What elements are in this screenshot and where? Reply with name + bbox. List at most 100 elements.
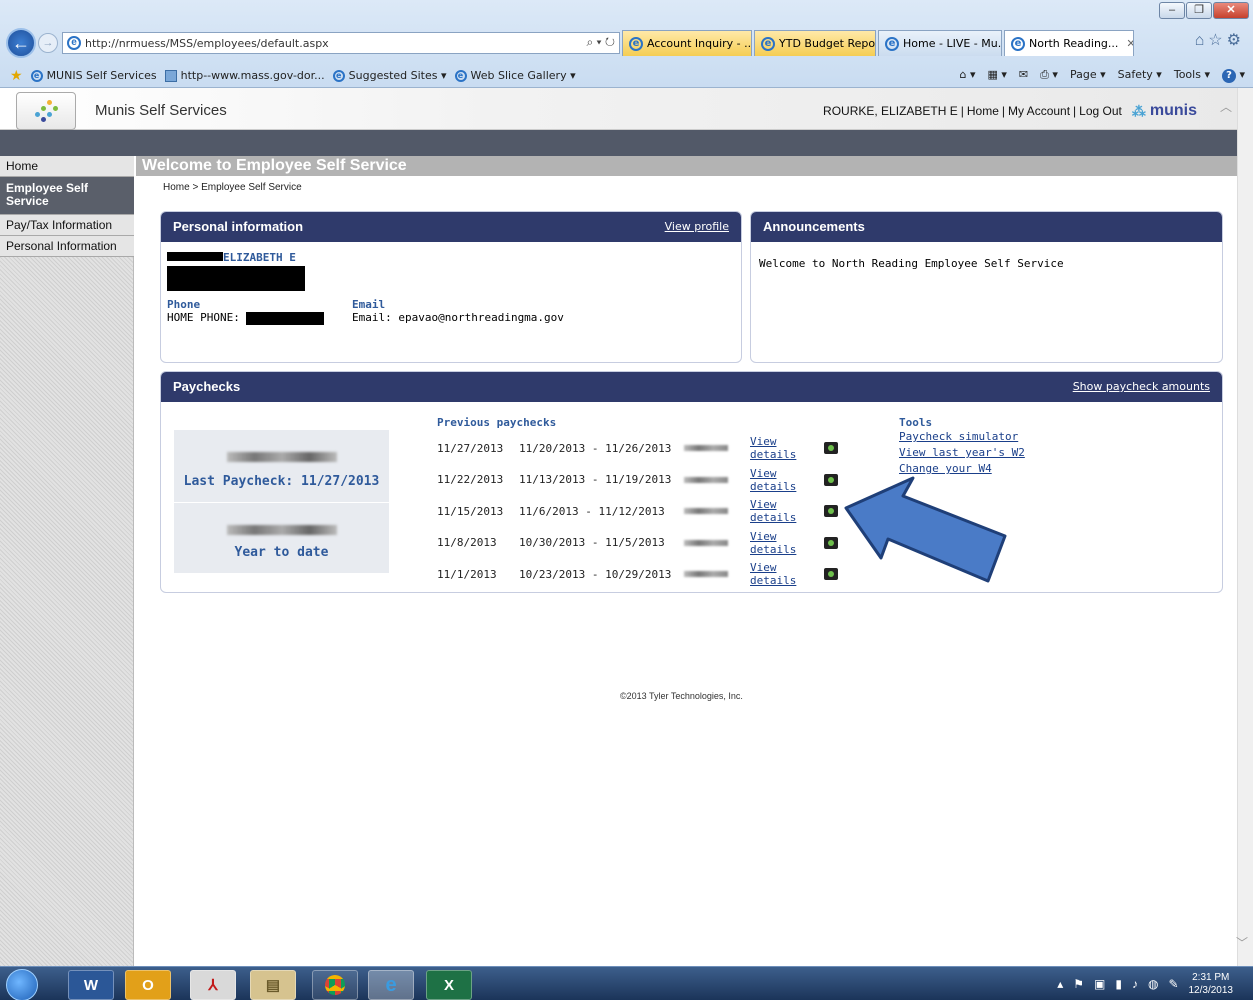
fav-suggested-sites[interactable]: e Suggested Sites ▾ [332,69,447,82]
feeds-icon[interactable]: ▦ ▾ [988,68,1007,83]
browser-tab[interactable]: e Home - LIVE - Mu... [878,30,1002,56]
sidebar-item-pay-tax-information[interactable]: Pay/Tax Information [0,215,134,236]
network-icon[interactable]: ◍ [1148,977,1158,991]
paycheck-simulator-link[interactable]: Paycheck simulator [899,429,1025,445]
paycheck-date: 11/1/2013 [437,567,497,581]
sidebar-item-label: Employee Self Service [6,181,89,208]
word-icon[interactable]: W [68,970,114,1000]
window-controls: – ❐ ✕ [1159,2,1249,19]
fav-web-slice-gallery[interactable]: e Web Slice Gallery ▾ [454,69,576,82]
email-value: Email: epavao@northreadingma.gov [352,311,564,324]
browser-tab[interactable]: e North Reading... ✕ [1004,30,1134,56]
munis-brand-logo: ⁂ munis [1132,102,1197,120]
scroll-down-icon[interactable]: ﹀ [1236,934,1248,951]
paycheck-date: 11/15/2013 [437,504,504,518]
cmd-page[interactable]: Page ▾ [1070,68,1106,83]
view-last-year-w2-link[interactable]: View last year's W2 [899,445,1025,461]
restore-button[interactable]: ❐ [1186,2,1212,19]
sidebar-item-label: Pay/Tax Information [6,218,113,232]
sidebar: Home Employee Self Service Pay/Tax Infor… [0,156,134,966]
browser-chrome: – ❐ ✕ ← → e http://nrmuess/MSS/employees… [0,0,1253,88]
cmd-tools[interactable]: Tools ▾ [1174,68,1210,83]
scroll-up-icon[interactable]: ︿ [1220,98,1232,115]
favorites-star-icon[interactable]: ★ [10,68,23,84]
print-paycheck-icon[interactable] [824,505,838,517]
redacted-paycheck-amount [684,539,728,546]
windows-taskbar: W O ⅄ ▤ e X ▴ ⚑ ▣ ▮ ♪ ◍ ✎ 2:31 PM 12/3/2… [0,966,1253,1000]
acrobat-icon[interactable]: ⅄ [190,970,236,1000]
redacted-paycheck-amount [684,571,728,577]
ie-page-icon: e [67,36,81,50]
device-icon[interactable]: ▣ [1094,977,1105,991]
home-link[interactable]: Home [967,104,999,118]
command-bar: ⌂ ▾ ▦ ▾ ✉ ⎙ ▾ Page ▾ Safety ▾ Tools ▾ ? … [959,68,1245,83]
explorer-icon[interactable]: ▤ [250,970,296,1000]
chrome-icon[interactable] [312,970,358,1000]
paycheck-row: 11/1/2013 10/23/2013 - 10/29/2013 View det… [437,561,838,587]
vertical-scrollbar[interactable] [1237,88,1253,966]
browser-tab[interactable]: e YTD Budget Repo... [754,30,876,56]
home-icon[interactable]: ⌂ ▾ [959,68,975,83]
print-icon[interactable]: ⎙ ▾ [1040,68,1058,83]
sidebar-item-employee-self-service[interactable]: Employee Self Service [0,177,134,215]
fav-munis-self-services[interactable]: e MUNIS Self Services [30,69,157,82]
signal-icon[interactable]: ▮ [1115,977,1122,991]
print-paycheck-icon[interactable] [824,536,838,549]
print-paycheck-icon[interactable] [824,568,838,580]
ie-page-icon: e [454,69,467,82]
show-hidden-icons[interactable]: ▴ [1057,977,1063,991]
view-details-link[interactable]: View details [750,561,824,587]
flag-icon[interactable]: ⚑ [1073,977,1084,991]
user-bar: ROURKE, ELIZABETH E | Home | My Account … [823,102,1197,120]
change-your-w4-link[interactable]: Change your W4 [899,461,1025,477]
phone-value: HOME PHONE: [167,311,325,325]
start-button[interactable] [6,969,38,1000]
page-title: Welcome to Employee Self Service [136,156,1237,176]
view-details-link[interactable]: View details [750,498,824,524]
outlook-icon[interactable]: O [125,970,171,1000]
view-details-link[interactable]: View details [750,435,824,461]
ie-page-icon: e [761,36,775,51]
view-details-link[interactable]: View details [750,467,824,493]
breadcrumb[interactable]: Home > Employee Self Service [163,182,302,193]
view-details-link[interactable]: View details [750,530,824,556]
announcements-panel: Announcements Welcome to North Reading E… [750,211,1223,363]
clock[interactable]: 2:31 PM 12/3/2013 [1189,971,1234,997]
help-icon[interactable]: ? ▾ [1221,68,1245,83]
show-paycheck-amounts-link[interactable]: Show paycheck amounts [1073,372,1210,402]
back-button[interactable]: ← [6,28,36,58]
tab-label: Account Inquiry - ... [647,37,752,50]
security-icon[interactable]: ✎ [1168,977,1178,991]
log-out-link[interactable]: Log Out [1079,104,1122,118]
view-profile-link[interactable]: View profile [665,212,729,242]
previous-paychecks-title: Previous paychecks [437,416,557,429]
paycheck-row: 11/22/2013 11/13/2013 - 11/19/2013 View de… [437,467,838,493]
cmd-safety[interactable]: Safety ▾ [1118,68,1162,83]
paycheck-date: 11/22/2013 [437,473,504,486]
print-paycheck-icon[interactable] [824,442,838,454]
mail-icon[interactable]: ✉ [1019,68,1028,83]
volume-icon[interactable]: ♪ [1132,977,1138,991]
fav-mass-gov[interactable]: http--www.mass.gov-dor... [164,69,325,82]
minimize-button[interactable]: – [1159,2,1185,19]
print-paycheck-icon[interactable] [824,473,838,486]
sidebar-item-home[interactable]: Home [0,156,134,177]
redacted-surname [167,252,223,261]
close-tab-icon[interactable]: ✕ [1126,37,1133,50]
search-refresh-icons[interactable]: ⌕ ▾ ↻ [586,35,615,50]
ie-icon[interactable]: e [368,970,414,1000]
tab-label: YTD Budget Repo... [779,37,876,50]
browser-tab[interactable]: e Account Inquiry - ... [622,30,752,56]
address-bar[interactable]: e http://nrmuess/MSS/employees/default.a… [62,32,620,54]
my-account-link[interactable]: My Account [1008,104,1070,118]
sidebar-item-personal-information[interactable]: Personal Information [0,236,134,257]
excel-icon[interactable]: X [426,970,472,1000]
forward-button[interactable]: → [38,33,58,53]
close-window-button[interactable]: ✕ [1213,2,1249,19]
address-text[interactable]: http://nrmuess/MSS/employees/default.asp… [85,37,329,50]
home-favorites-settings-icons[interactable]: ⌂☆⚙ [1195,30,1245,50]
pay-period-range: 11/20/2013 - 11/26/2013 [519,441,672,455]
redacted-paycheck-amount [684,476,728,483]
phone-label: Phone [167,298,201,311]
pay-period-range: 11/6/2013 - 11/12/2013 [519,504,665,518]
